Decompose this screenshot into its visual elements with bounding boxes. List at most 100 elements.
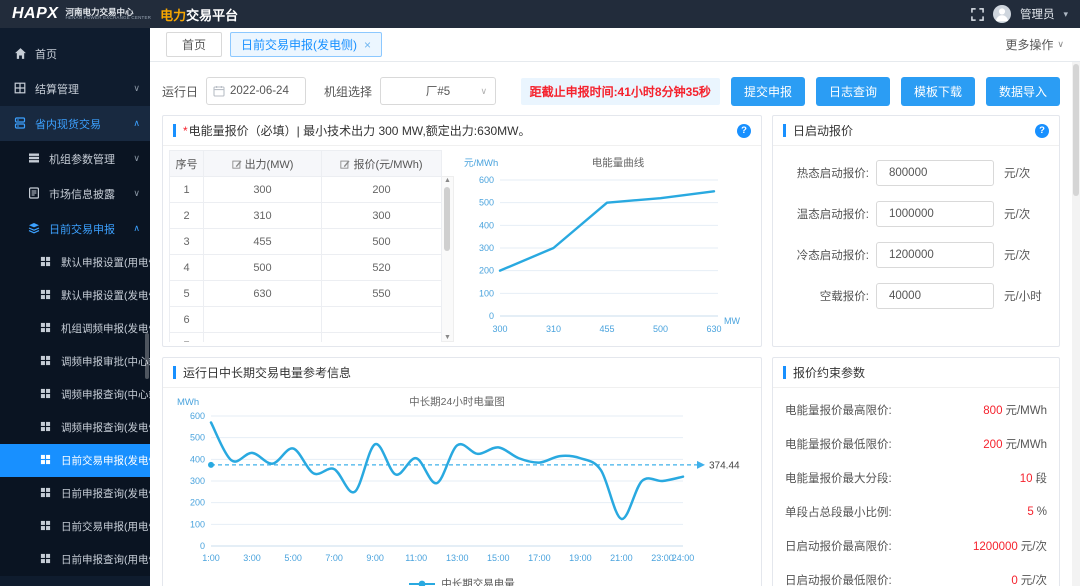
- sidebar-item[interactable]: 日前交易申报(发电侧): [0, 444, 150, 477]
- editable-cell[interactable]: 500: [321, 228, 442, 255]
- editable-cell[interactable]: [321, 332, 442, 342]
- editable-cell[interactable]: 455: [203, 228, 322, 255]
- warm-start-price-input[interactable]: [876, 201, 994, 227]
- hot-start-price-input[interactable]: [876, 160, 994, 186]
- editable-cell[interactable]: 200: [321, 176, 442, 203]
- svg-text:455: 455: [599, 324, 614, 334]
- field-label: 热态启动报价:: [796, 168, 869, 180]
- row-index-cell: 7: [169, 332, 204, 342]
- sidebar-item[interactable]: 首页: [0, 36, 150, 71]
- log-query-button[interactable]: 日志查询: [815, 76, 890, 106]
- tiles-icon: [40, 520, 53, 533]
- no-load-price-input[interactable]: [876, 283, 994, 309]
- editable-cell[interactable]: [203, 332, 322, 342]
- editable-cell[interactable]: 520: [321, 254, 442, 281]
- field-unit: 元/次: [1004, 250, 1031, 262]
- sidebar-item[interactable]: 市场信息披露 ∨: [0, 176, 150, 211]
- sidebar-item-label: 默认申报设置(发电侧): [61, 290, 150, 302]
- sidebar-item[interactable]: 默认申报设置(用电侧): [0, 246, 150, 279]
- layers-icon: [28, 222, 41, 235]
- sidebar-item[interactable]: 日前申报查询(发电侧): [0, 477, 150, 510]
- sidebar-item[interactable]: 机组调频申报(发电侧): [0, 312, 150, 345]
- data-import-button[interactable]: 数据导入: [985, 76, 1060, 106]
- user-role[interactable]: 管理员: [1020, 6, 1055, 22]
- close-icon[interactable]: ×: [364, 39, 371, 51]
- product-title-accent: 电力: [160, 7, 187, 23]
- editable-cell[interactable]: [321, 306, 442, 333]
- editable-cell[interactable]: 300: [203, 176, 322, 203]
- template-download-button[interactable]: 模板下载: [900, 76, 975, 106]
- sidebar-item[interactable]: 调频申报审批(中心端): [0, 345, 150, 378]
- sidebar-item[interactable]: 日前交易申报 ∧: [0, 211, 150, 246]
- sidebar-item-label: 首页: [35, 48, 57, 61]
- help-icon[interactable]: ?: [1035, 123, 1049, 138]
- server-icon: [28, 152, 41, 165]
- svg-text:23:00: 23:00: [651, 553, 674, 563]
- table-header-cell: 出力(MW): [203, 150, 322, 177]
- editable-cell[interactable]: 550: [321, 280, 442, 307]
- svg-text:17:00: 17:00: [528, 553, 551, 563]
- legend-label: 中长期交易电量: [441, 578, 515, 586]
- sidebar-item[interactable]: 省内现货交易 ∧: [0, 106, 150, 141]
- table-row: 1 300 200: [169, 176, 442, 203]
- more-actions-button[interactable]: 更多操作 ∨: [1005, 36, 1064, 53]
- sidebar-item[interactable]: 机组参数管理 ∨: [0, 141, 150, 176]
- run-date-input[interactable]: 2022-06-24: [206, 77, 307, 105]
- tiles-icon: [40, 388, 53, 401]
- tiles-icon: [40, 487, 53, 500]
- editable-cell[interactable]: 310: [203, 202, 322, 229]
- cold-start-price-input[interactable]: [876, 242, 994, 268]
- field-unit: 元/次: [1004, 168, 1031, 180]
- svg-text:300: 300: [190, 476, 205, 486]
- tiles-icon: [40, 322, 53, 335]
- sidebar-item-label: 调频申报查询(中心端): [61, 389, 150, 401]
- table-scrollbar-thumb[interactable]: [444, 187, 450, 251]
- top-right-controls: 管理员 ▾: [971, 5, 1068, 23]
- sidebar-item[interactable]: 调频申报查询(发电侧): [0, 411, 150, 444]
- product-title: 电力交易平台: [160, 5, 238, 24]
- field-label: 温态启动报价:: [796, 209, 869, 221]
- product-title-rest: 交易平台: [186, 7, 239, 23]
- constraint-label: 日启动报价最高限价:: [785, 541, 892, 553]
- unit-select[interactable]: 厂#5 ∨: [380, 77, 497, 105]
- table-row: 3 455 500: [169, 228, 442, 255]
- panel-accent-bar: [173, 124, 176, 137]
- svg-text:374.44: 374.44: [709, 460, 740, 471]
- svg-text:300: 300: [492, 324, 507, 334]
- table-row: 4 500 520: [169, 254, 442, 281]
- svg-text:7:00: 7:00: [325, 553, 343, 563]
- scroll-up-icon[interactable]: ▲: [442, 177, 453, 184]
- fullscreen-icon[interactable]: [971, 7, 984, 21]
- page-scrollbar-thumb[interactable]: [1073, 64, 1079, 196]
- submit-declaration-button[interactable]: 提交申报: [730, 76, 805, 106]
- editable-cell[interactable]: 630: [203, 280, 322, 307]
- svg-text:600: 600: [479, 175, 494, 185]
- sidebar-item[interactable]: 结算管理 ∨: [0, 71, 150, 106]
- sidebar-item[interactable]: 日前申报查询(用电侧): [0, 543, 150, 576]
- row-index-cell: 1: [169, 176, 204, 203]
- sidebar-item[interactable]: 调频申报查询(中心端): [0, 378, 150, 411]
- tiles-icon: [40, 289, 53, 302]
- scroll-down-icon[interactable]: ▼: [442, 334, 453, 341]
- editable-cell[interactable]: [203, 306, 322, 333]
- svg-text:元/MWh: 元/MWh: [464, 158, 498, 169]
- svg-text:310: 310: [546, 324, 561, 334]
- editable-cell[interactable]: 300: [321, 202, 442, 229]
- avatar[interactable]: [992, 5, 1011, 23]
- editable-cell[interactable]: 500: [203, 254, 322, 281]
- sidebar-item[interactable]: 日前交易申报(用电侧): [0, 510, 150, 543]
- energy-curve-chart: 电能量曲线 元/MWh 0 100 200 300 400 500 600 300 310 455 50…: [464, 156, 740, 334]
- sidebar-scrollbar-thumb[interactable]: [145, 333, 149, 379]
- tab[interactable]: 首页: [166, 32, 223, 57]
- sidebar-item-label: 结算管理: [35, 83, 79, 96]
- svg-text:100: 100: [190, 519, 205, 529]
- required-mark: *: [183, 124, 188, 138]
- table-scrollbar[interactable]: ▲ ▼: [442, 176, 454, 342]
- help-icon[interactable]: ?: [737, 123, 751, 138]
- toolbar-actions: 距截止申报时间:41小时8分钟35秒 提交申报 日志查询 模板下载 数据导入: [520, 76, 1060, 106]
- startup-field-row: 温态启动报价: 元/次: [773, 201, 1059, 227]
- user-menu-caret-icon[interactable]: ▾: [1063, 9, 1068, 20]
- tab[interactable]: 日前交易申报(发电侧) ×: [230, 32, 383, 57]
- page-scrollbar[interactable]: [1072, 62, 1080, 586]
- sidebar-item[interactable]: 默认申报设置(发电侧): [0, 279, 150, 312]
